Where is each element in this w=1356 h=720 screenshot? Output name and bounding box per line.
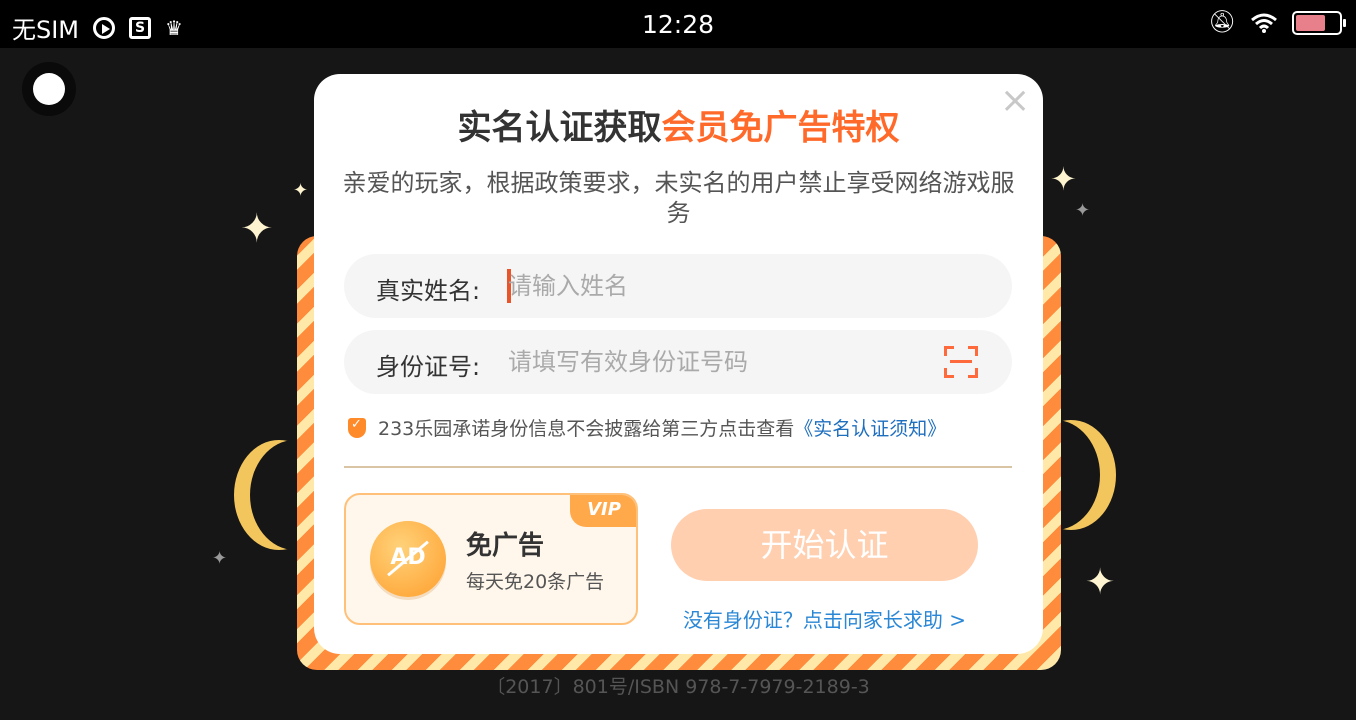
ask-parent-link[interactable]: 没有身份证？点击向家长求助 > [671, 604, 978, 633]
start-verification-button[interactable]: 开始认证 [671, 509, 978, 581]
vip-ad-free-card: VIP AD 免广告 每天免20条广告 [344, 493, 638, 625]
bg-notice-line: 〔2017〕801号/ISBN 978-7-7979-2189-3 [486, 676, 870, 698]
promise-text: 233乐园承诺身份信息不会披露给第三方点击查看 [378, 418, 795, 440]
star-icon: ✦ [240, 206, 274, 252]
bell-off-icon: 🔕︎ [1208, 10, 1236, 35]
name-field[interactable]: 真实姓名: [344, 254, 1012, 318]
id-label: 身份证号: [376, 353, 481, 381]
id-input[interactable] [508, 344, 928, 380]
dialog-title: 实名认证获取会员免广告特权 [314, 100, 1043, 149]
name-input[interactable] [508, 268, 928, 304]
shield-icon [348, 417, 366, 438]
id-field[interactable]: 身份证号: [344, 330, 1012, 394]
verification-notice-link[interactable]: 《实名认证须知》 [794, 414, 946, 441]
star-icon: ✦ [1085, 562, 1116, 603]
dialog-description: 亲爱的玩家，根据政策要求，未实名的用户禁止享受网络游戏服务 [342, 169, 1015, 227]
title-prefix: 实名认证获取 [457, 108, 662, 148]
floating-ball-button[interactable] [22, 62, 76, 116]
star-icon: ✦ [1075, 200, 1091, 221]
battery-icon [1292, 10, 1346, 35]
ad-icon-text: AD [390, 545, 426, 570]
divider [344, 466, 1012, 468]
wifi-icon [1251, 13, 1277, 33]
scan-icon[interactable] [944, 346, 978, 378]
vip-subtitle: 每天免20条广告 [466, 571, 605, 593]
star-icon: ✦ [1050, 160, 1077, 198]
clock: 12:28 [641, 10, 715, 39]
star-icon: ✦ [293, 180, 309, 201]
no-ad-icon: AD [370, 521, 446, 597]
privacy-promise: 233乐园承诺身份信息不会披露给第三方点击查看 《实名认证须知》 [348, 414, 946, 441]
vip-badge: VIP [570, 495, 636, 527]
name-label: 真实姓名: [376, 277, 481, 305]
vip-title: 免广告 [466, 531, 545, 561]
status-right: 🔕︎ [1208, 10, 1346, 35]
star-icon: ✦ [212, 548, 228, 569]
status-bar: 无SIM S ♛ 12:28 🔕︎ [0, 0, 1356, 48]
title-highlight: 会员免广告特权 [661, 108, 900, 148]
